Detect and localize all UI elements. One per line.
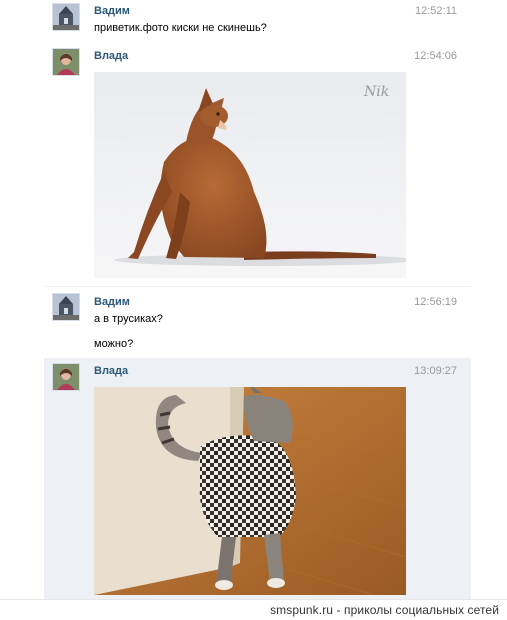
avatar-vadim[interactable]	[52, 3, 80, 31]
message-author[interactable]: Вадим	[94, 296, 130, 308]
message-2: Влада 12:54:06 Nik	[0, 45, 507, 285]
avatar-vlada[interactable]	[52, 363, 80, 391]
message-time[interactable]: 12:52:11	[415, 5, 457, 17]
footer: smspunk.ru - приколы социальных сетей	[0, 599, 507, 620]
message-author[interactable]: Вадим	[94, 5, 130, 17]
message-time[interactable]: 12:54:06	[414, 50, 457, 62]
abyssinian-cat-photo[interactable]: Nik	[94, 72, 406, 278]
message-time[interactable]: 13:09:27	[414, 365, 457, 377]
message-time[interactable]: 12:56:19	[414, 296, 457, 308]
footer-credit: smspunk.ru - приколы социальных сетей	[270, 603, 499, 617]
message-author[interactable]: Влада	[94, 50, 128, 62]
message-text-line-2: можно?	[94, 338, 134, 350]
photo-watermark: Nik	[363, 84, 389, 100]
message-4: Влада 13:09:27	[0, 360, 507, 600]
message-text: приветик.фото киски не скинешь?	[94, 22, 267, 34]
message-author[interactable]: Влада	[94, 365, 128, 377]
message-1: Вадим 12:52:11 приветик.фото киски не ск…	[0, 0, 507, 45]
avatar-vadim[interactable]	[52, 293, 80, 321]
message-divider	[44, 286, 471, 287]
message-text-line-1: а в трусиках?	[94, 313, 163, 325]
avatar-vlada[interactable]	[52, 48, 80, 76]
message-3: Вадим 12:56:19 а в трусиках? можно?	[0, 290, 507, 356]
cat-in-shirt-photo[interactable]	[94, 387, 406, 595]
